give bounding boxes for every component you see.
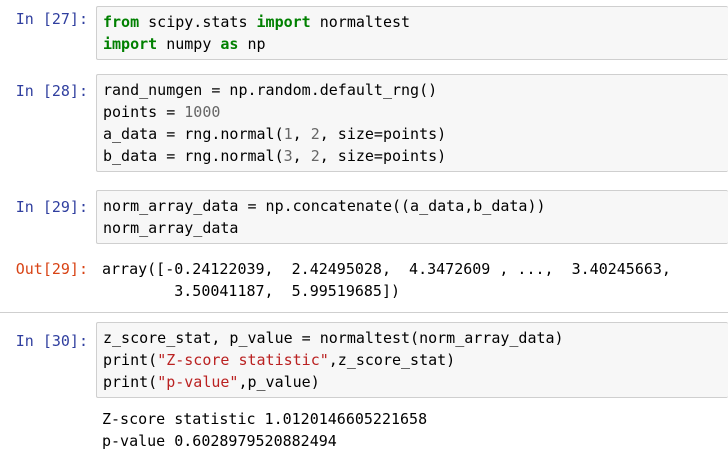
code-token: b_data = rng.normal( (103, 147, 284, 165)
code-token: print( (103, 351, 158, 369)
code-token: rand_numgen = np.random.default_rng() (103, 81, 438, 99)
input-prompt: In [27]: (15, 10, 88, 28)
code-token: 2 (310, 125, 320, 143)
code-line: from scipy.stats import normaltest (103, 11, 722, 33)
input-prompt: In [28]: (15, 82, 88, 100)
code-token: points = (103, 103, 185, 121)
code-token: , (292, 125, 311, 143)
code-line: rand_numgen = np.random.default_rng() (103, 79, 722, 101)
code-token: "p-value" (157, 373, 239, 391)
code-token: print( (103, 373, 158, 391)
code-token: from (103, 13, 140, 31)
code-token: 2 (310, 147, 320, 165)
cell-output: array([-0.24122039, 2.42495028, 4.347260… (96, 258, 728, 302)
code-token: norm_array_data (103, 219, 239, 237)
code-token: ,p_value) (238, 373, 320, 391)
code-token: numpy (157, 35, 221, 53)
code-input[interactable]: rand_numgen = np.random.default_rng()poi… (96, 74, 728, 172)
code-token: , size=points) (319, 125, 447, 143)
code-token: "Z-score statistic" (157, 351, 329, 369)
code-token: normaltest (310, 13, 411, 31)
code-input[interactable]: from scipy.stats import normaltest import… (96, 6, 728, 60)
input-prompt: In [29]: (15, 198, 88, 216)
code-token: , (292, 147, 311, 165)
code-input[interactable]: norm_array_data = np.concatenate((a_data… (96, 190, 728, 244)
code-token: z_score_stat, p_value = normaltest(norm_… (103, 329, 564, 347)
code-line: norm_array_data (103, 217, 722, 239)
code-token: as (220, 35, 239, 53)
code-token: 1 (283, 125, 293, 143)
code-token: 1000 (184, 103, 221, 121)
code-line: a_data = rng.normal(1, 2, size=points) (103, 123, 722, 145)
code-line: points = 1000 (103, 101, 722, 123)
output-line: array([-0.24122039, 2.42495028, 4.347260… (102, 260, 671, 278)
output-line: p-value 0.6028979520882494 (102, 432, 337, 450)
code-token: import (103, 35, 158, 53)
output-line: Z-score statistic 1.0120146605221658 (102, 410, 428, 428)
code-line: norm_array_data = np.concatenate((a_data… (103, 195, 722, 217)
code-token: np (238, 35, 266, 53)
code-line: b_data = rng.normal(3, 2, size=points) (103, 145, 722, 167)
cell-output: Z-score statistic 1.0120146605221658 p-va… (96, 408, 728, 452)
code-input[interactable]: z_score_stat, p_value = normaltest(norm_… (96, 322, 728, 398)
code-token: a_data = rng.normal( (103, 125, 284, 143)
cell-divider (0, 312, 728, 313)
code-line: print("p-value",p_value) (103, 371, 722, 393)
code-line: import numpy as np (103, 33, 722, 55)
code-token: scipy.stats (139, 13, 257, 31)
output-line: 3.50041187, 5.99519685]) (102, 282, 401, 300)
code-token: , size=points) (319, 147, 447, 165)
code-token: 3 (283, 147, 293, 165)
input-prompt: In [30]: (15, 332, 88, 350)
output-prompt: Out[29]: (15, 260, 88, 278)
code-line: print("Z-score statistic",z_score_stat) (103, 349, 722, 371)
code-token: import (256, 13, 311, 31)
code-token: ,z_score_stat) (328, 351, 456, 369)
code-line: z_score_stat, p_value = normaltest(norm_… (103, 327, 722, 349)
code-token: norm_array_data = np.concatenate((a_data… (103, 197, 546, 215)
